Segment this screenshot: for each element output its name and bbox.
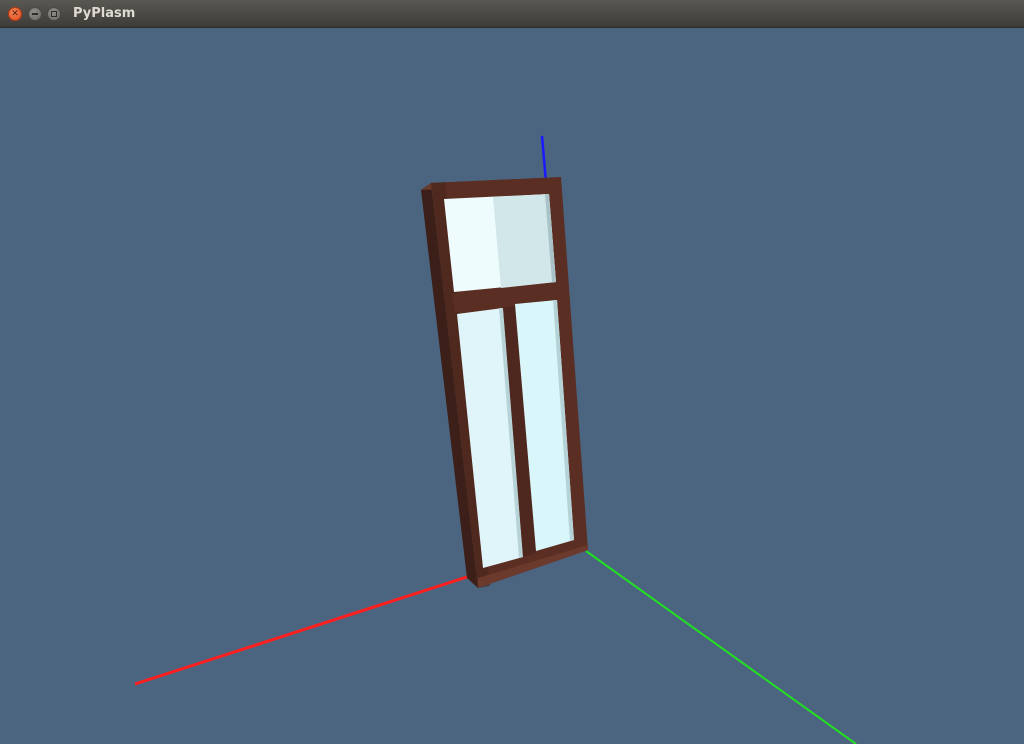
maximize-button[interactable] [47, 7, 61, 21]
minimize-button[interactable] [28, 7, 42, 21]
window-title: PyPlasm [73, 6, 136, 21]
close-icon: ✕ [11, 8, 19, 19]
z-axis [540, 135, 548, 183]
scene-canvas [134, 135, 857, 744]
title-bar[interactable]: ✕ PyPlasm [0, 0, 1024, 28]
app-window: ✕ PyPlasm [0, 0, 1024, 744]
minimize-icon [32, 13, 38, 15]
x-axis [134, 574, 471, 686]
maximize-icon [51, 11, 57, 17]
close-button[interactable]: ✕ [8, 7, 22, 21]
y-axis [585, 550, 857, 744]
window-frame-model [421, 177, 588, 588]
3d-viewport[interactable] [0, 28, 1024, 744]
